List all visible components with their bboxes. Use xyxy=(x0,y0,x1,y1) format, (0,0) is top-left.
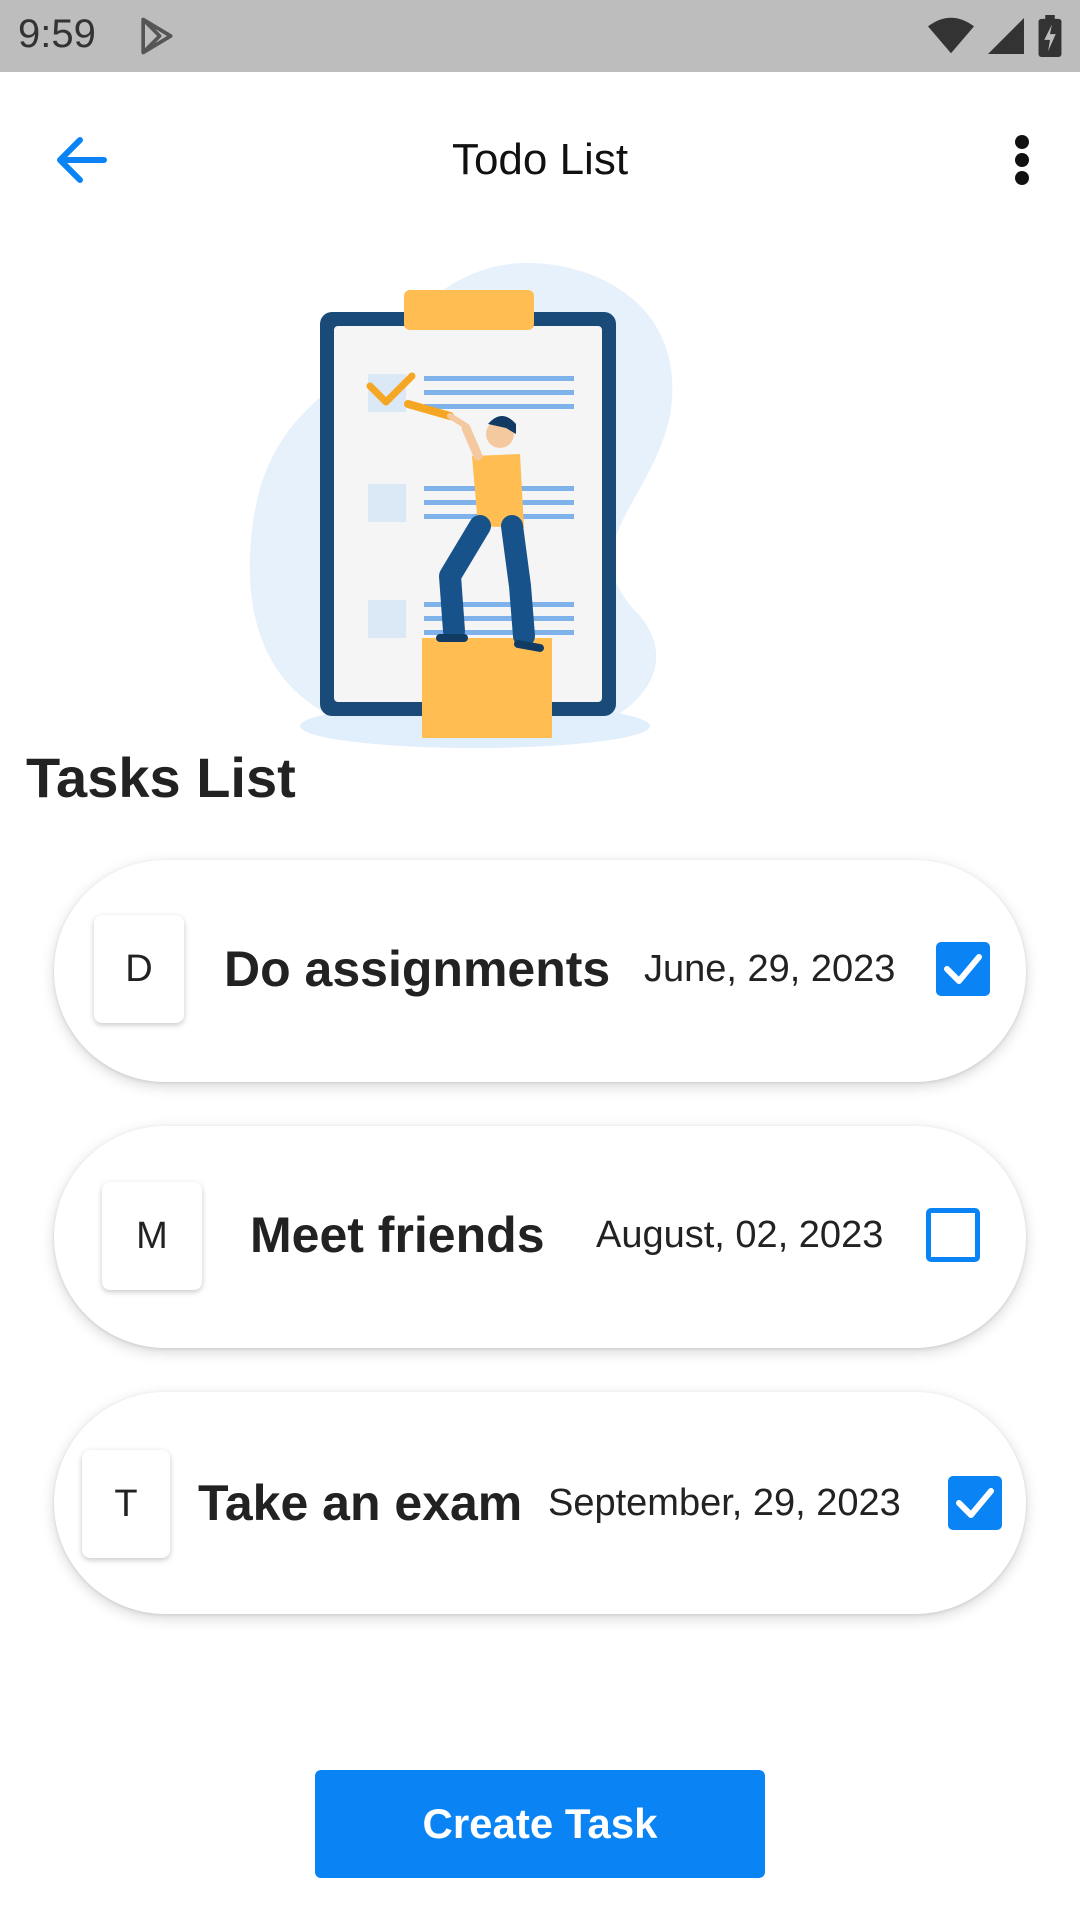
wifi-icon xyxy=(928,17,974,54)
more-options-button[interactable] xyxy=(994,128,1050,192)
task-date: June, 29, 2023 xyxy=(644,948,896,990)
task-initial-badge: T xyxy=(82,1450,170,1558)
checkmark-icon xyxy=(944,954,982,984)
task-card[interactable]: D Do assignments June, 29, 2023 xyxy=(54,860,1026,1082)
task-card[interactable]: M Meet friends August, 02, 2023 xyxy=(54,1126,1026,1348)
battery-charging-icon xyxy=(1038,15,1062,57)
task-initial-badge: M xyxy=(102,1182,202,1290)
task-title: Do assignments xyxy=(224,941,611,997)
app-bar: Todo List xyxy=(0,72,1080,240)
task-checkbox[interactable] xyxy=(936,942,990,996)
task-checkbox[interactable] xyxy=(926,1208,980,1262)
clipboard-checklist-illustration xyxy=(249,263,673,748)
status-bar: 9:59 xyxy=(0,0,1080,72)
task-title: Meet friends xyxy=(250,1207,545,1263)
checkmark-icon xyxy=(956,1488,994,1518)
play-store-icon xyxy=(141,17,173,55)
task-title: Take an exam xyxy=(198,1475,523,1531)
section-title: Tasks List xyxy=(26,746,296,809)
more-vertical-icon xyxy=(1015,135,1029,185)
task-date: September, 29, 2023 xyxy=(548,1482,901,1524)
status-icons xyxy=(928,14,1062,58)
task-date: August, 02, 2023 xyxy=(596,1214,884,1256)
task-card[interactable]: T Take an exam September, 29, 2023 xyxy=(54,1392,1026,1614)
page-title: Todo List xyxy=(451,135,629,184)
task-checkbox[interactable] xyxy=(948,1476,1002,1530)
status-time: 9:59 xyxy=(18,12,96,56)
cell-signal-icon xyxy=(988,18,1024,54)
create-task-button[interactable]: Create Task xyxy=(315,1770,765,1878)
task-initial-badge: D xyxy=(94,915,184,1023)
